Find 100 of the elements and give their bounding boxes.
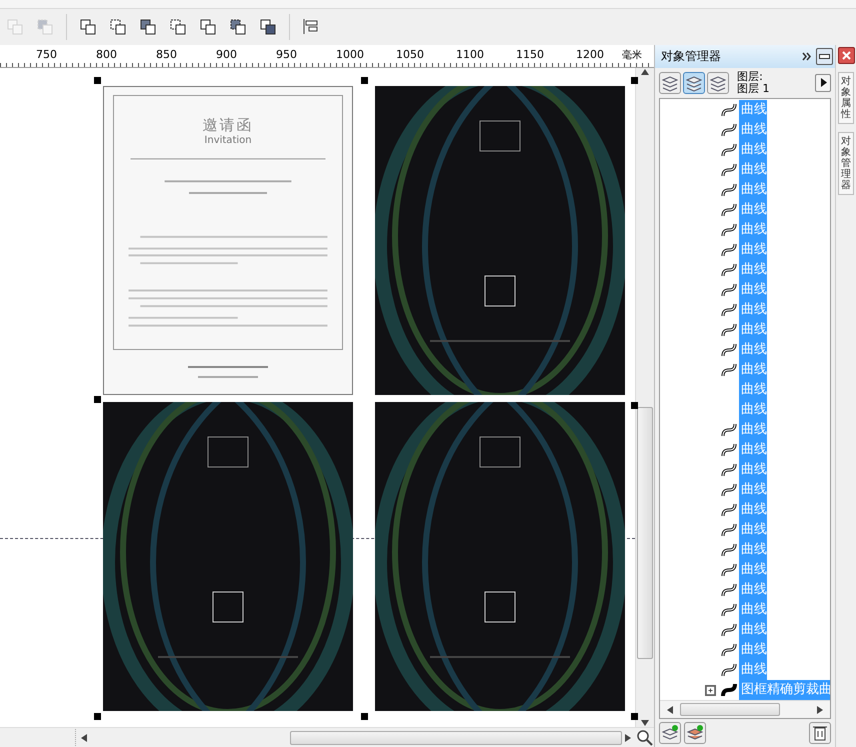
object-item[interactable]: 曲线 (739, 240, 768, 260)
selection-handle[interactable] (361, 713, 368, 720)
ruler-label: 1150 (516, 47, 544, 61)
curve-icon (721, 662, 738, 678)
object-item[interactable]: 曲线 (739, 100, 768, 120)
layers-button[interactable] (659, 72, 682, 94)
curve-icon (721, 522, 738, 538)
selection-handle[interactable] (631, 402, 638, 409)
ruler-label: 800 (96, 47, 117, 61)
object-item[interactable]: 曲线 (739, 540, 768, 560)
object-item[interactable]: 曲线 (739, 380, 768, 400)
object-item[interactable]: 曲线 (739, 340, 768, 360)
curve-icon (721, 222, 738, 238)
curve-icon (721, 462, 738, 478)
triangle-down-icon[interactable] (641, 719, 650, 727)
curve-icon (721, 162, 738, 178)
object-item[interactable]: 曲线 (739, 160, 768, 180)
object-item[interactable]: 曲线 (739, 320, 768, 340)
layers-icon (685, 74, 704, 92)
object-item[interactable]: 图框精确剪裁曲 (739, 680, 830, 700)
selection-handle[interactable] (94, 396, 101, 403)
triangle-right-icon[interactable] (624, 734, 632, 742)
triangle-right-icon[interactable] (816, 706, 824, 714)
curve-icon (721, 362, 738, 378)
curve-icon (721, 602, 738, 618)
ruler-label: 1100 (456, 47, 484, 61)
ruler-label: 950 (276, 47, 297, 61)
object-item[interactable]: 曲线 (739, 400, 768, 420)
close-button[interactable] (838, 47, 855, 64)
layer-label: 图层: (737, 71, 764, 83)
object-item[interactable]: 曲线 (739, 420, 768, 440)
object-item[interactable]: 曲线 (739, 260, 768, 280)
delete-button[interactable] (809, 722, 832, 744)
menu-arrow-button[interactable] (815, 74, 832, 92)
selection-handle[interactable] (94, 77, 101, 84)
object-item[interactable]: 曲线 (739, 560, 768, 580)
overlap-squares-icon (199, 18, 217, 36)
object-item[interactable]: 曲线 (739, 600, 768, 620)
triangle-right-icon (820, 78, 827, 86)
selection-handle[interactable] (94, 713, 101, 720)
layers-icon (709, 74, 728, 92)
minimize-button[interactable] (816, 48, 834, 65)
curve-icon (721, 642, 738, 658)
layers-button[interactable] (707, 72, 730, 94)
object-item[interactable]: 曲线 (739, 300, 768, 320)
object-item[interactable]: 曲线 (739, 440, 768, 460)
object-item[interactable]: 曲线 (739, 200, 768, 220)
selection-handle[interactable] (631, 713, 638, 720)
side-tab[interactable]: 对象管理器 (838, 132, 854, 195)
curve-icon (721, 682, 738, 698)
curve-icon (721, 102, 738, 118)
overlap-squares-icon (169, 18, 187, 36)
curve-icon (721, 242, 738, 258)
object-item[interactable]: 曲线 (739, 140, 768, 160)
object-item[interactable]: 曲线 (739, 580, 768, 600)
object-item[interactable]: 曲线 (739, 660, 768, 680)
object-item[interactable]: 曲线 (739, 120, 768, 140)
object-item[interactable]: 曲线 (739, 500, 768, 520)
close-icon (842, 51, 851, 60)
double-chevron-icon[interactable] (802, 52, 812, 61)
object-item[interactable]: 曲线 (739, 620, 768, 640)
trash-icon (812, 724, 828, 742)
curve-icon (721, 582, 738, 598)
object-item[interactable]: 曲线 (739, 360, 768, 380)
layers-icon (686, 724, 704, 742)
horizontal-scrollbar[interactable] (660, 700, 830, 718)
object-item[interactable]: 曲线 (739, 280, 768, 300)
object-item[interactable]: 曲线 (739, 180, 768, 200)
side-tab[interactable]: 对象属性 (838, 72, 854, 124)
new-master-layer-button[interactable] (684, 722, 706, 744)
object-item[interactable]: 曲线 (739, 520, 768, 540)
triangle-left-icon[interactable] (80, 734, 88, 742)
overlap-squares-icon (109, 18, 127, 36)
object-item[interactable]: 曲线 (739, 460, 768, 480)
ruler-label: 1000 (336, 47, 364, 61)
layers-button[interactable] (683, 72, 706, 94)
plus-box-icon[interactable] (705, 684, 716, 696)
curve-icon (721, 202, 738, 218)
object-item[interactable]: 曲线 (739, 220, 768, 240)
zoom-icon[interactable] (636, 728, 654, 746)
overlap-squares-icon (79, 18, 97, 36)
layers-icon (661, 724, 680, 742)
object-item[interactable]: 曲线 (739, 480, 768, 500)
new-layer-button[interactable] (659, 722, 682, 744)
curve-icon (721, 262, 738, 278)
triangle-left-icon[interactable] (666, 706, 674, 714)
object-item[interactable]: 曲线 (739, 640, 768, 660)
selection-handle[interactable] (631, 77, 638, 84)
overlap-squares-icon (259, 18, 277, 36)
triangle-up-icon[interactable] (641, 68, 650, 76)
ruler-label: 750 (36, 47, 57, 61)
invitation-title: 邀请函 (202, 116, 254, 135)
curve-icon (721, 622, 738, 638)
overlap-squares-icon (36, 18, 54, 36)
panel-title: 对象管理器 (661, 48, 722, 65)
curve-icon (721, 182, 738, 198)
curve-icon (721, 482, 738, 498)
curve-icon (721, 542, 738, 558)
selection-handle[interactable] (361, 77, 368, 84)
vertical-scrollbar[interactable] (635, 68, 654, 727)
